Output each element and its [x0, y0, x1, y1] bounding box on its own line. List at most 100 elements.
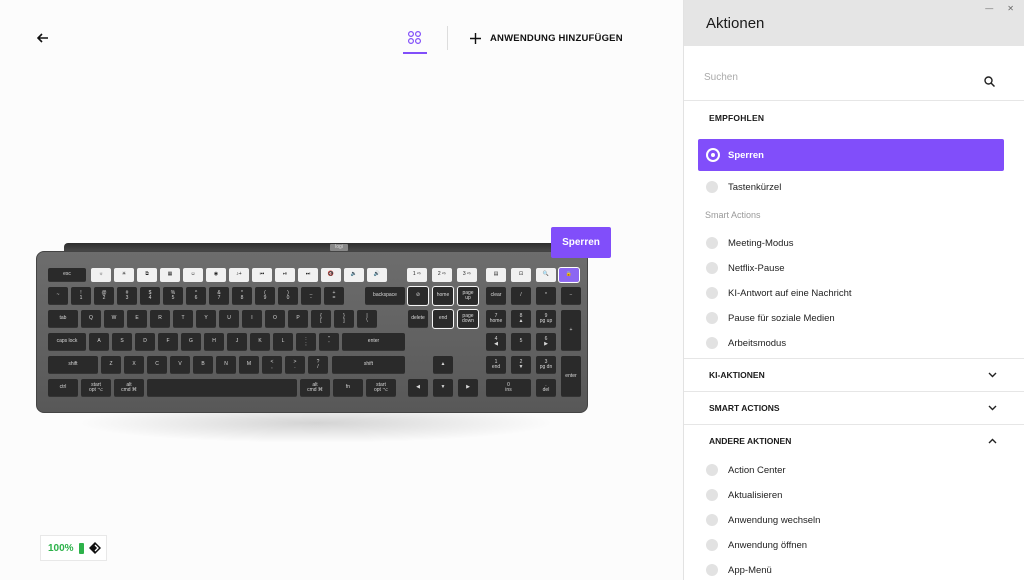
key-f13[interactable]: 🔊 [367, 268, 387, 282]
key-shift-left[interactable]: shift [48, 356, 98, 374]
key-f3[interactable]: ⧉ [137, 268, 157, 282]
add-application-button[interactable]: ANWENDUNG HINZUFÜGEN [470, 30, 623, 46]
keyboard-key[interactable]: R [150, 310, 170, 328]
keyboard-key[interactable]: } ] [334, 310, 354, 328]
action-item-ki-antwort[interactable]: KI-Antwort auf eine Nachricht [706, 283, 1006, 303]
keyboard-key[interactable]: X [124, 356, 144, 374]
keyboard-key[interactable]: { [ [311, 310, 331, 328]
key-caps-lock[interactable]: caps lock [48, 333, 86, 351]
keyboard-key[interactable]: K [250, 333, 270, 351]
action-item-pause-soziale-medien[interactable]: Pause für soziale Medien [706, 308, 1006, 328]
keyboard-key[interactable]: V [170, 356, 190, 374]
action-item-sperren[interactable]: Sperren [698, 139, 1004, 171]
key-fn[interactable]: fn [333, 379, 363, 397]
key-start[interactable]: start opt ⌥ [81, 379, 111, 397]
keyboard-key[interactable]: ? / [308, 356, 328, 374]
keyboard-key[interactable]: P [288, 310, 308, 328]
keyboard-key[interactable]: | \ [357, 310, 377, 328]
keyboard-key[interactable]: : ; [296, 333, 316, 351]
action-item-meeting-modus[interactable]: Meeting-Modus [706, 233, 1006, 253]
keyboard-key[interactable]: < , [262, 356, 282, 374]
key-f10[interactable]: ⏭ [298, 268, 318, 282]
keyboard-key[interactable]: @ 2 [94, 287, 114, 305]
keyboard-key[interactable]: F [158, 333, 178, 351]
keyboard-key[interactable]: O [265, 310, 285, 328]
key-f5[interactable]: ☺ [183, 268, 203, 282]
key-numpad-5[interactable]: 5 [511, 333, 531, 351]
keyboard-key[interactable]: N [216, 356, 236, 374]
section-ki-aktionen[interactable]: KI-AKTIONEN [684, 358, 1024, 391]
back-button[interactable] [33, 30, 53, 46]
keyboard-key[interactable]: # 3 [117, 287, 137, 305]
key-f1[interactable]: ☼ [91, 268, 111, 282]
key-enter[interactable]: enter [342, 333, 405, 351]
keyboard-key[interactable]: H [204, 333, 224, 351]
key-f6[interactable]: ◉ [206, 268, 226, 282]
key-shift-right[interactable]: shift [332, 356, 405, 374]
key-search[interactable]: 🔍 [536, 268, 556, 282]
key-backspace[interactable]: backspace [365, 287, 405, 305]
key-arrow-left[interactable]: ◀ [408, 379, 428, 397]
key-arrow-down[interactable]: ▼ [433, 379, 453, 397]
key-numpad-2[interactable]: 2 ▼ [511, 356, 531, 374]
keyboard-key[interactable]: A [89, 333, 109, 351]
key-space[interactable] [147, 379, 297, 397]
key-easyswitch-2[interactable]: 2 ⇨ [432, 268, 452, 282]
action-item-anwendung-wechseln[interactable]: Anwendung wechseln [706, 510, 1006, 530]
keyboard-key[interactable]: E [127, 310, 147, 328]
section-smart-actions[interactable]: SMART ACTIONS [684, 391, 1024, 424]
key-numpad-3[interactable]: 3 pg dn [536, 356, 556, 374]
keyboard-key[interactable]: S [112, 333, 132, 351]
keyboard-key[interactable]: T [173, 310, 193, 328]
key-home[interactable]: home [432, 286, 454, 306]
key-f12[interactable]: 🔉 [344, 268, 364, 282]
keyboard-key[interactable]: U [219, 310, 239, 328]
key-f11[interactable]: 🔇 [321, 268, 341, 282]
action-item-arbeitsmodus[interactable]: Arbeitsmodus [706, 333, 1006, 353]
key-f8[interactable]: ⏮ [252, 268, 272, 282]
key-calculator[interactable]: ▤ [486, 268, 506, 282]
key-f2[interactable]: ☀ [114, 268, 134, 282]
keyboard-key[interactable]: ( 9 [255, 287, 275, 305]
action-item-app-menue[interactable]: App-Menü [706, 560, 1006, 580]
key-numpad-0[interactable]: 0 ins [486, 379, 531, 397]
search-input[interactable] [704, 72, 964, 83]
keyboard-key[interactable]: B [193, 356, 213, 374]
keyboard-key[interactable]: J [227, 333, 247, 351]
key-lock[interactable]: 🔒 [558, 267, 580, 283]
tab-actions-grid[interactable] [403, 28, 427, 54]
key-numpad-7[interactable]: 7 home [486, 310, 506, 328]
action-item-anwendung-oeffnen[interactable]: Anwendung öffnen [706, 535, 1006, 555]
keyboard-key[interactable]: Y [196, 310, 216, 328]
close-icon[interactable]: ✕ [1007, 4, 1014, 13]
key-alt-right[interactable]: alt cmd ⌘ [300, 379, 330, 397]
key-numpad-plus[interactable]: + [561, 310, 581, 351]
key-arrow-up[interactable]: ▲ [433, 356, 453, 374]
section-andere-aktionen[interactable]: ANDERE AKTIONEN [684, 424, 1024, 457]
key-numpad-8[interactable]: 8 ▲ [511, 310, 531, 328]
key-opt-right[interactable]: start opt ⌥ [366, 379, 396, 397]
action-item-netflix-pause[interactable]: Netflix-Pause [706, 258, 1006, 278]
minimize-icon[interactable]: — [985, 4, 993, 13]
key-clear[interactable]: clear [486, 287, 506, 305]
key-f4[interactable]: ▦ [160, 268, 180, 282]
key-numpad-multiply[interactable]: * [536, 287, 556, 305]
key-esc[interactable]: esc [48, 268, 86, 282]
key-numpad-4[interactable]: 4 ◀ [486, 333, 506, 351]
key-ctrl-left[interactable]: ctrl [48, 379, 78, 397]
keyboard-key[interactable]: * 8 [232, 287, 252, 305]
key-numpad-9[interactable]: 9 pg up [536, 310, 556, 328]
keyboard-key[interactable]: Q [81, 310, 101, 328]
keyboard-key[interactable]: Z [101, 356, 121, 374]
key-numpad-divide[interactable]: / [511, 287, 531, 305]
keyboard-key[interactable]: _ - [301, 287, 321, 305]
key-end[interactable]: end [432, 309, 454, 329]
keyboard-key[interactable]: ~ [48, 287, 68, 305]
keyboard-key[interactable]: ^ 6 [186, 287, 206, 305]
keyboard-key[interactable]: > . [285, 356, 305, 374]
key-numpad-dot[interactable]: . del [536, 379, 556, 397]
key-delete[interactable]: delete [408, 310, 428, 328]
action-item-tastenkuerzel[interactable]: Tastenkürzel [706, 177, 1006, 197]
key-numpad-6[interactable]: 6 ▶ [536, 333, 556, 351]
keyboard-key[interactable]: & 7 [209, 287, 229, 305]
